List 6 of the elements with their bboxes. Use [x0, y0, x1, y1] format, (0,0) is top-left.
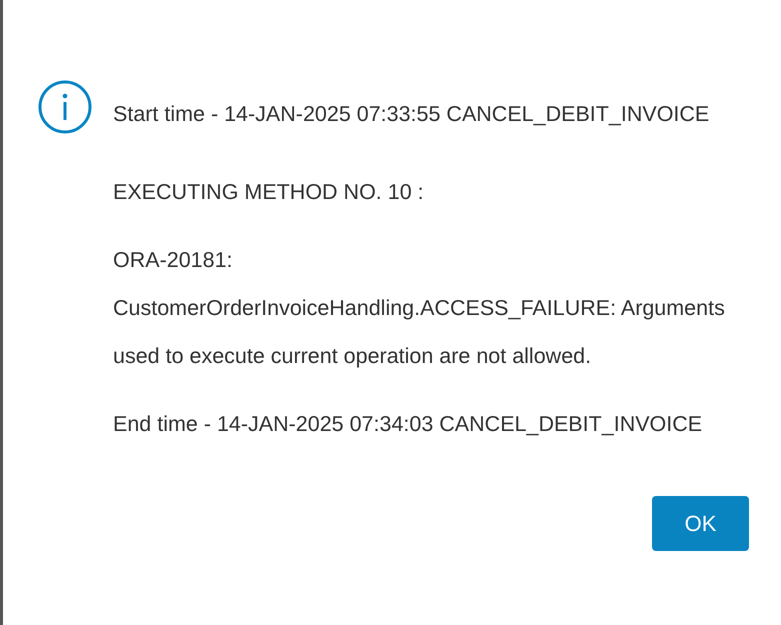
message-text: End time - 14-JAN-2025 07:34:03 CANCEL_DEBIT_INVOICE	[113, 411, 704, 438]
message-text: EXECUTING METHOD NO. 10 :	[113, 179, 425, 206]
message-text: Start time - 14-JAN-2025 07:33:55 CANCEL_DEBIT_INVOICE	[113, 101, 710, 128]
info-icon	[38, 80, 92, 134]
ok-button[interactable]: OK	[652, 496, 749, 551]
message-text: ORA-20181: CustomerOrderInvoiceHandling.ACCESS_FAILURE: Arguments used to execute current operation are not allowed.	[113, 247, 726, 370]
